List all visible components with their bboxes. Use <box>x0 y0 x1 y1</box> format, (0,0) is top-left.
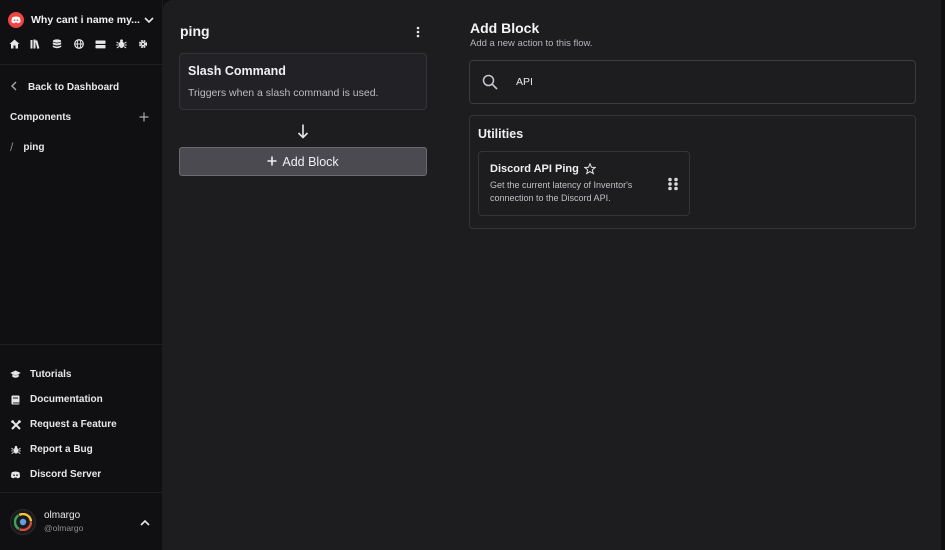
sidebar-divider <box>0 64 163 65</box>
server-selector[interactable]: Why cant i name my... <box>8 11 156 29</box>
window-edge <box>941 0 943 550</box>
gear-icon[interactable] <box>137 37 150 51</box>
user-name: olmargo <box>44 510 81 521</box>
category-title: Utilities <box>478 127 524 141</box>
globe-icon[interactable] <box>73 37 86 51</box>
graduation-cap-icon <box>10 369 21 380</box>
block-card-discord-api-ping[interactable]: Discord API Ping Get the current latency… <box>478 151 690 216</box>
database-icon[interactable] <box>51 37 64 51</box>
home-icon[interactable] <box>8 37 21 51</box>
add-component-button[interactable] <box>138 111 150 123</box>
request-feature-link[interactable]: Request a Feature <box>10 412 117 437</box>
component-label: ping <box>23 141 45 153</box>
server-name: Why cant i name my... <box>31 14 140 26</box>
category-panel: Utilities Discord API Ping Get the curre… <box>469 115 916 229</box>
report-bug-label: Report a Bug <box>30 444 93 455</box>
add-block-label: Add Block <box>282 154 339 169</box>
bug-icon <box>10 444 21 455</box>
main-area: ping Slash Command Triggers when a slash… <box>163 0 943 550</box>
back-label: Back to Dashboard <box>28 81 120 93</box>
library-icon[interactable] <box>30 37 43 51</box>
book-icon <box>10 394 21 405</box>
block-description: Get the current latency of Inventor's co… <box>490 180 633 203</box>
tutorials-label: Tutorials <box>30 369 72 380</box>
chevron-up-icon <box>140 515 150 529</box>
request-feature-label: Request a Feature <box>30 419 117 430</box>
arrow-down-icon <box>296 123 310 139</box>
discord-server-link[interactable]: Discord Server <box>10 462 117 487</box>
chevron-left-icon <box>10 80 18 94</box>
discord-server-label: Discord Server <box>30 469 102 480</box>
bug-icon[interactable] <box>116 37 129 51</box>
sidebar-divider <box>0 344 163 345</box>
tools-icon <box>10 419 21 430</box>
flow-title: ping <box>180 23 210 39</box>
block-search <box>469 60 916 104</box>
slash-icon: / <box>10 140 14 154</box>
trigger-description: Triggers when a slash command is used. <box>188 87 379 99</box>
component-item-ping[interactable]: / ping <box>10 140 44 154</box>
toolbar-icons <box>8 37 150 51</box>
discord-logo-icon <box>8 12 24 28</box>
plus-icon <box>267 155 277 169</box>
sidebar: Why cant i name my... Back to Dashboard … <box>0 0 163 550</box>
search-icon <box>481 73 499 91</box>
block-name: Discord API Ping <box>490 163 579 175</box>
star-icon[interactable] <box>583 163 596 175</box>
user-info: olmargo @olmargo <box>44 510 140 534</box>
discord-icon <box>10 469 21 480</box>
trigger-title: Slash Command <box>188 64 286 78</box>
components-label: Components <box>10 111 72 123</box>
user-menu[interactable]: olmargo @olmargo <box>10 509 150 535</box>
drag-handle-icon[interactable] <box>667 177 679 191</box>
server-icon[interactable] <box>94 37 107 51</box>
user-handle: @olmargo <box>44 523 84 533</box>
tutorials-link[interactable]: Tutorials <box>10 362 117 387</box>
avatar <box>10 509 36 535</box>
back-to-dashboard-link[interactable]: Back to Dashboard <box>10 80 119 94</box>
search-input[interactable] <box>516 76 896 88</box>
add-block-button[interactable]: Add Block <box>179 147 427 176</box>
trigger-card[interactable]: Slash Command Triggers when a slash comm… <box>179 53 427 110</box>
report-bug-link[interactable]: Report a Bug <box>10 437 117 462</box>
documentation-link[interactable]: Documentation <box>10 387 117 412</box>
help-links: Tutorials Documentation Request a Featur… <box>10 362 117 487</box>
more-options-icon[interactable] <box>413 24 423 40</box>
chevron-down-icon <box>142 13 156 27</box>
panel-subtitle: Add a new action to this flow. <box>470 38 593 49</box>
block-name-row: Discord API Ping <box>490 163 596 175</box>
sidebar-divider <box>0 492 163 493</box>
documentation-label: Documentation <box>30 394 103 405</box>
components-header: Components <box>10 111 150 123</box>
panel-title: Add Block <box>470 20 540 36</box>
